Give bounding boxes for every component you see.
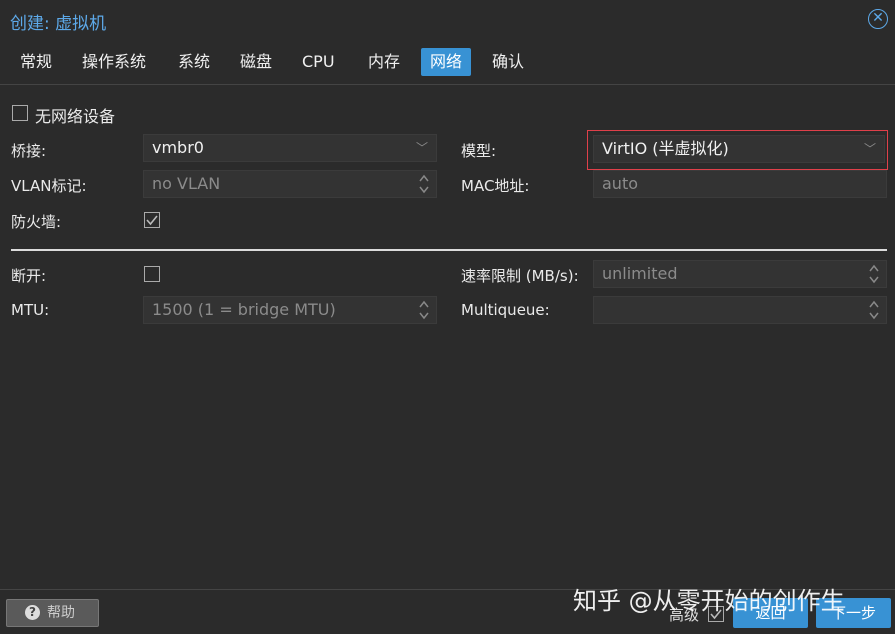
firewall-label: 防火墙:: [11, 213, 62, 231]
section-divider: [11, 249, 887, 251]
mtu-field[interactable]: 1500 (1 = bridge MTU): [143, 296, 437, 324]
help-button[interactable]: ? 帮助: [6, 599, 99, 627]
question-icon: ?: [25, 605, 40, 620]
vlan-placeholder: no VLAN: [152, 174, 221, 193]
spinner-icon[interactable]: [418, 299, 430, 321]
spinner-icon[interactable]: [418, 173, 430, 195]
dialog-titlebar: 创建: 虚拟机 ✕: [0, 0, 895, 38]
disconnect-checkbox[interactable]: [144, 266, 160, 282]
mtu-label: MTU:: [11, 301, 50, 319]
no-network-checkbox[interactable]: [12, 105, 28, 121]
rate-limit-label: 速率限制 (MB/s):: [461, 267, 579, 285]
bridge-label: 桥接:: [11, 142, 47, 160]
mac-placeholder: auto: [602, 174, 639, 193]
spinner-icon[interactable]: [868, 299, 880, 321]
dialog-title: 创建: 虚拟机: [10, 14, 107, 34]
firewall-checkbox[interactable]: [144, 212, 160, 228]
chevron-down-icon: ﹀: [863, 142, 876, 156]
rate-limit-placeholder: unlimited: [602, 264, 678, 283]
chevron-down-icon: ﹀: [415, 141, 428, 155]
model-label: 模型:: [461, 142, 497, 160]
watermark: 知乎 @从零开始的创作生: [573, 587, 845, 615]
spinner-icon[interactable]: [868, 263, 880, 285]
mac-field[interactable]: auto: [593, 170, 887, 198]
close-icon[interactable]: ✕: [868, 9, 888, 29]
mac-label: MAC地址:: [461, 177, 530, 195]
vlan-label: VLAN标记:: [11, 177, 87, 195]
bridge-select[interactable]: vmbr0 ﹀: [143, 134, 437, 162]
help-label: 帮助: [47, 605, 75, 621]
multiqueue-label: Multiqueue:: [461, 301, 550, 319]
vlan-field[interactable]: no VLAN: [143, 170, 437, 198]
model-value: VirtIO (半虚拟化): [602, 139, 729, 158]
checkmark-icon: [146, 215, 158, 226]
tab-disk[interactable]: 磁盘: [231, 48, 281, 76]
tab-os[interactable]: 操作系统: [73, 48, 155, 76]
tab-cpu[interactable]: CPU: [293, 48, 344, 76]
tab-general[interactable]: 常规: [11, 48, 61, 76]
rate-limit-field[interactable]: unlimited: [593, 260, 887, 288]
tab-divider: [0, 84, 895, 85]
multiqueue-field[interactable]: [593, 296, 887, 324]
model-select[interactable]: VirtIO (半虚拟化) ﹀: [593, 135, 885, 163]
tab-network[interactable]: 网络: [421, 48, 472, 76]
tab-bar: 常规 操作系统 系统 磁盘 CPU 内存 网络 确认: [0, 46, 895, 78]
tab-memory[interactable]: 内存: [359, 48, 409, 76]
disconnect-label: 断开:: [11, 267, 47, 285]
mtu-placeholder: 1500 (1 = bridge MTU): [152, 300, 336, 319]
tab-system[interactable]: 系统: [169, 48, 219, 76]
no-network-label: 无网络设备: [35, 107, 116, 126]
bridge-value: vmbr0: [152, 138, 204, 157]
tab-confirm[interactable]: 确认: [483, 48, 533, 76]
